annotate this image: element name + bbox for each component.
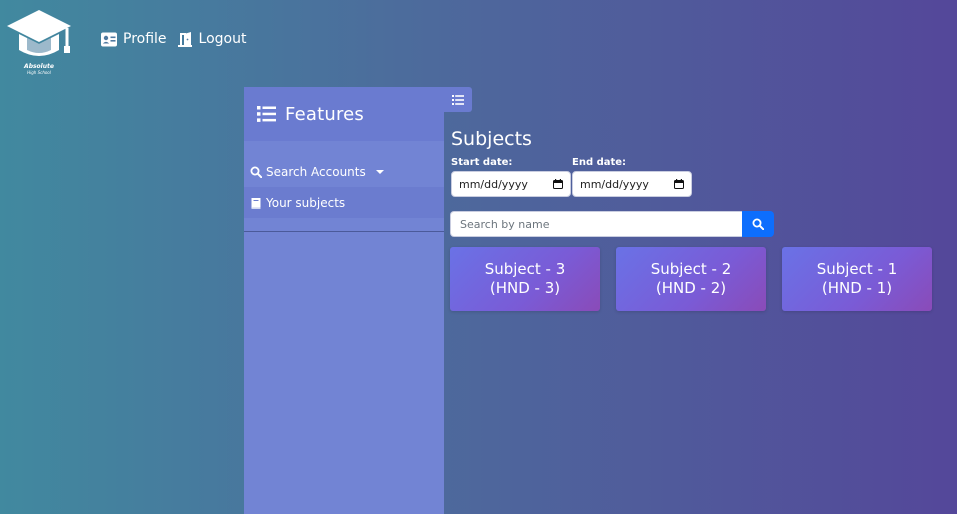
logo-subtitle: High School: [27, 70, 51, 75]
subject-card[interactable]: Subject - 2 (HND - 2): [616, 247, 766, 311]
sidebar-header: Features: [244, 87, 444, 141]
subject-card[interactable]: Subject - 1 (HND - 1): [782, 247, 932, 311]
subject-card-title: Subject - 1: [816, 260, 898, 278]
calendar-icon[interactable]: [553, 179, 563, 189]
logout-label: Logout: [198, 31, 247, 47]
sidebar-item-search-accounts[interactable]: Search Accounts: [244, 156, 444, 187]
end-date-group: End date: mm/dd/yyyy: [572, 157, 692, 197]
sidebar: Features Search Accounts Your subjects: [244, 87, 444, 514]
sidebar-item-your-subjects[interactable]: Your subjects: [244, 187, 444, 218]
subject-card[interactable]: Subject - 3 (HND - 3): [450, 247, 600, 311]
profile-link[interactable]: Profile: [101, 31, 167, 47]
book-icon: [251, 197, 261, 209]
sidebar-menu: Search Accounts Your subjects: [244, 156, 444, 232]
list-icon: [452, 94, 464, 105]
search-button[interactable]: [742, 211, 774, 237]
calendar-icon[interactable]: [674, 179, 684, 189]
search-input[interactable]: [450, 211, 742, 237]
subject-card-code: (HND - 2): [655, 279, 727, 297]
school-logo: Absolute High School: [4, 8, 74, 78]
graduation-cap-icon: [7, 10, 71, 56]
end-date-label: End date:: [572, 157, 627, 168]
start-date-value: mm/dd/yyyy: [459, 177, 528, 191]
profile-label: Profile: [123, 31, 167, 47]
sidebar-item-label: Your subjects: [266, 195, 346, 210]
page-title: Subjects: [451, 128, 532, 150]
sidebar-title: Features: [285, 103, 364, 125]
door-open-icon: [177, 31, 192, 47]
start-date-input[interactable]: mm/dd/yyyy: [451, 171, 571, 197]
subject-card-code: (HND - 3): [489, 279, 561, 297]
list-icon: [257, 106, 276, 122]
id-card-icon: [101, 32, 117, 46]
sidebar-item-label: Search Accounts: [266, 164, 366, 179]
logout-link[interactable]: Logout: [177, 31, 247, 47]
end-date-input[interactable]: mm/dd/yyyy: [572, 171, 692, 197]
search-icon: [752, 218, 764, 230]
start-date-group: Start date: mm/dd/yyyy: [451, 157, 571, 197]
subject-card-title: Subject - 3: [484, 260, 566, 278]
subject-card-code: (HND - 1): [821, 279, 893, 297]
start-date-label: Start date:: [451, 157, 513, 168]
caret-down-icon: [375, 169, 384, 174]
end-date-value: mm/dd/yyyy: [580, 177, 649, 191]
search-bar: [450, 211, 774, 237]
sidebar-toggle-button[interactable]: [444, 87, 472, 112]
search-icon: [250, 166, 262, 178]
subject-card-title: Subject - 2: [650, 260, 732, 278]
top-nav: Profile Logout: [101, 31, 246, 47]
